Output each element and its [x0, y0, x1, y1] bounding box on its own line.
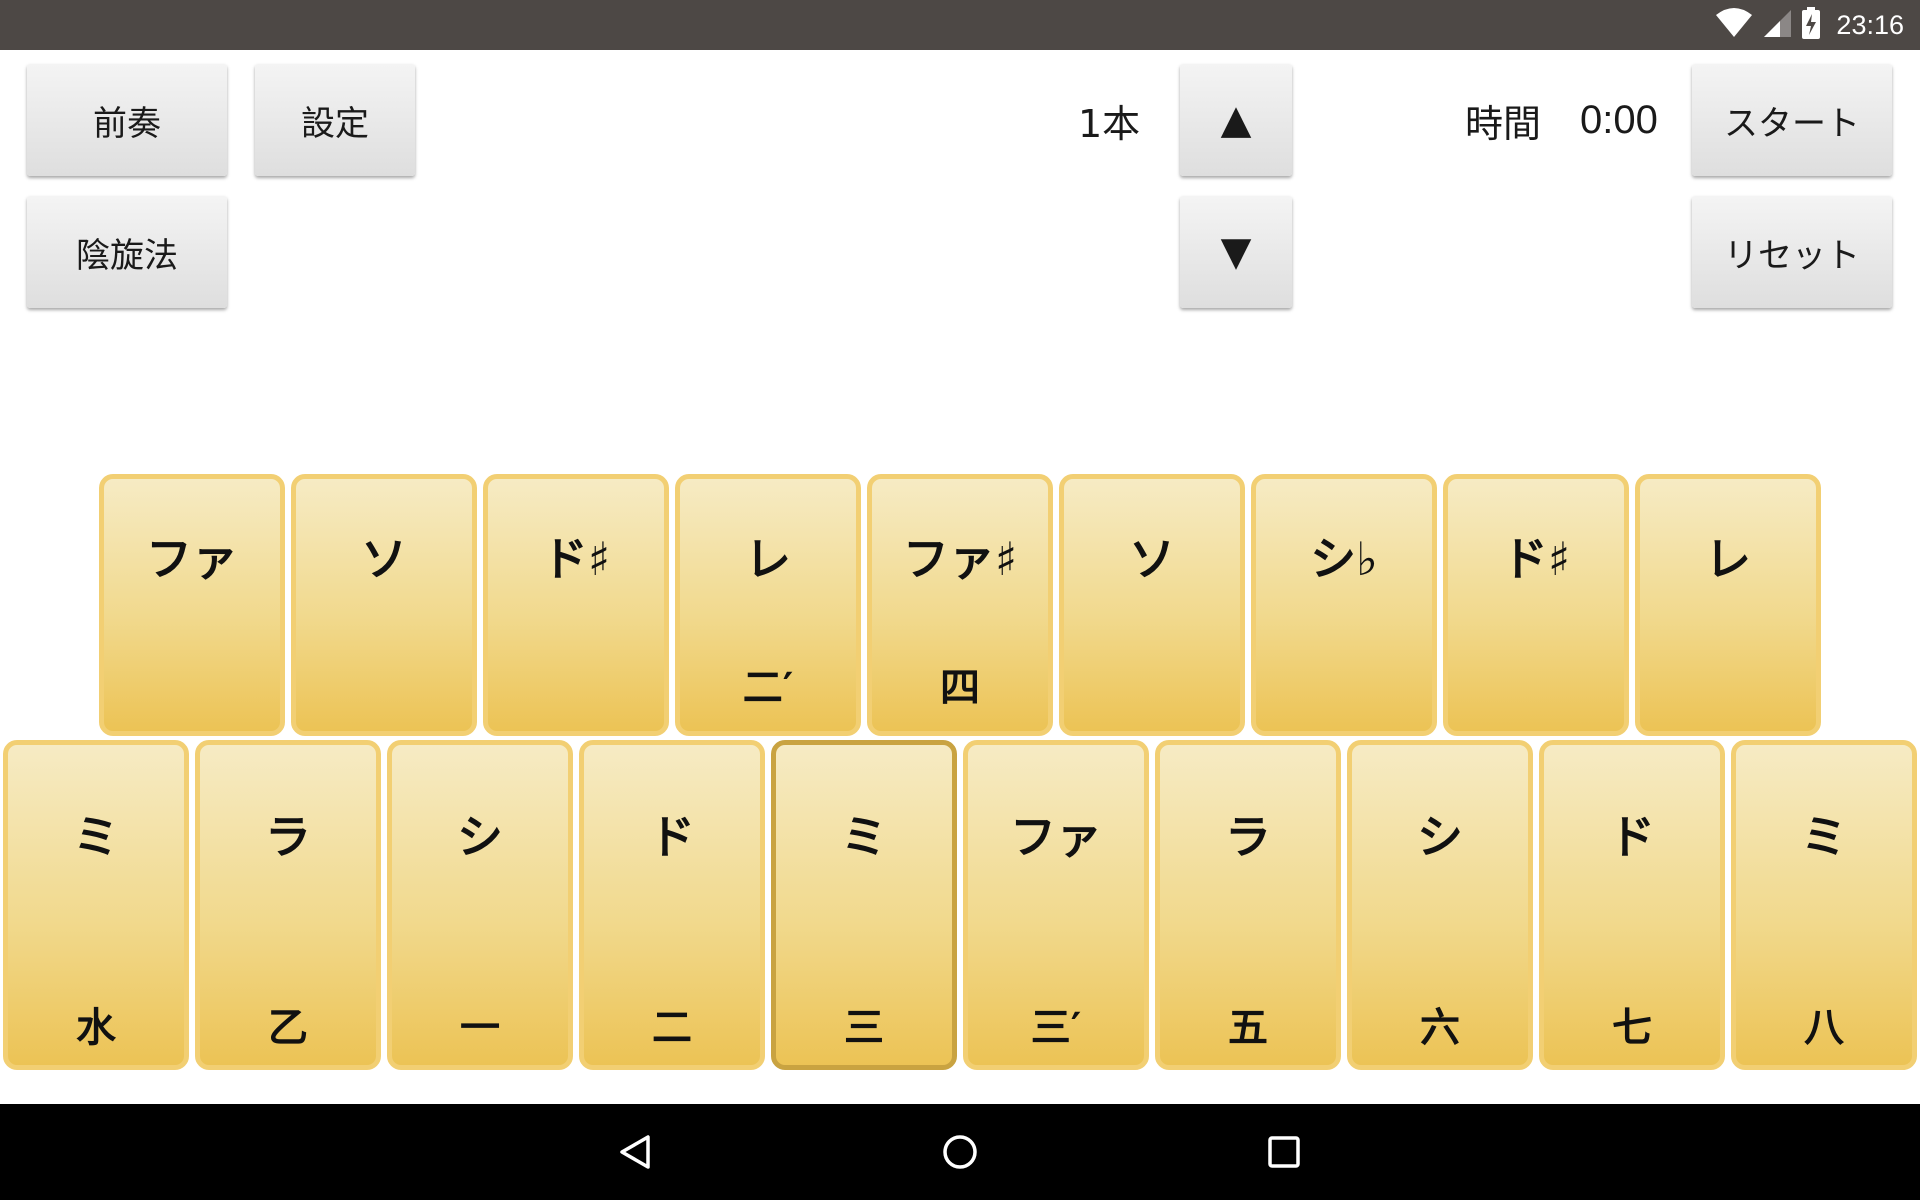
key-note: ソ [1129, 532, 1175, 586]
key-top-4[interactable]: レ 二′ [675, 474, 861, 736]
key-number: 三 [844, 1005, 884, 1051]
key-note: ミ [1801, 810, 1847, 864]
key-top-2[interactable]: ソ [291, 474, 477, 736]
key-note: ラ [265, 810, 311, 864]
wifi-icon [1716, 8, 1753, 42]
key-bottom-8[interactable]: シ 六 [1347, 740, 1533, 1070]
key-note: ド♯ [1501, 532, 1571, 586]
key-top-7[interactable]: シ♭ [1251, 474, 1437, 736]
start-button[interactable]: スタート [1692, 64, 1892, 176]
key-note: シ [457, 810, 503, 864]
key-number: 三′ [1030, 1005, 1082, 1051]
key-number: 八 [1804, 1005, 1844, 1051]
key-top-9[interactable]: レ [1635, 474, 1821, 736]
key-bottom-9[interactable]: ド 七 [1539, 740, 1725, 1070]
battery-charging-icon [1802, 7, 1821, 43]
key-note: ファ [146, 532, 238, 586]
key-note: レ [745, 532, 791, 586]
key-bottom-5-selected[interactable]: ミ 三 [771, 740, 957, 1070]
signal-icon [1762, 8, 1792, 42]
recents-icon[interactable] [1260, 1128, 1308, 1176]
key-bottom-7[interactable]: ラ 五 [1155, 740, 1341, 1070]
key-bottom-3[interactable]: シ 一 [387, 740, 573, 1070]
key-number: 四 [940, 665, 980, 711]
key-note: シ [1417, 810, 1463, 864]
key-note: ド♯ [541, 532, 611, 586]
key-bottom-4[interactable]: ド 二 [579, 740, 765, 1070]
settings-button[interactable]: 設定 [255, 64, 415, 176]
key-top-1[interactable]: ファ [99, 474, 285, 736]
key-note: ラ [1225, 810, 1271, 864]
status-bar: 23:16 [0, 0, 1920, 50]
key-number: 一 [460, 1005, 500, 1051]
key-note: ミ [73, 810, 119, 864]
key-bottom-2[interactable]: ラ 乙 [195, 740, 381, 1070]
key-top-3[interactable]: ド♯ [483, 474, 669, 736]
key-top-5[interactable]: ファ♯ 四 [867, 474, 1053, 736]
in-scale-button[interactable]: 陰旋法 [27, 196, 227, 308]
key-number: 七 [1612, 1005, 1652, 1051]
key-top-8[interactable]: ド♯ [1443, 474, 1629, 736]
key-note: ファ♯ [902, 532, 1018, 586]
key-number: 乙 [268, 1005, 308, 1051]
key-number: 二′ [742, 665, 794, 711]
key-note: ファ [1010, 810, 1102, 864]
key-number: 六 [1420, 1005, 1460, 1051]
key-bottom-10[interactable]: ミ 八 [1731, 740, 1917, 1070]
back-icon[interactable] [612, 1128, 660, 1176]
key-note: ド [649, 810, 695, 864]
key-note: レ [1705, 532, 1751, 586]
status-icons: 23:16 [1716, 0, 1904, 50]
home-icon[interactable] [936, 1128, 984, 1176]
status-time: 23:16 [1836, 9, 1904, 40]
key-note: ド [1609, 810, 1655, 864]
prelude-button[interactable]: 前奏 [27, 64, 227, 176]
key-number: 二 [652, 1005, 692, 1051]
pitch-down-button[interactable]: ▼ [1180, 196, 1292, 308]
time-label: 時間 [1465, 101, 1542, 146]
reset-button[interactable]: リセット [1692, 196, 1892, 308]
pitch-value: 1本 [1078, 101, 1141, 146]
time-value: 0:00 [1580, 97, 1658, 142]
key-bottom-1[interactable]: ミ 水 [3, 740, 189, 1070]
key-note: ソ [361, 532, 407, 586]
key-note: ミ [841, 810, 887, 864]
key-note: シ♭ [1310, 532, 1378, 586]
key-top-6[interactable]: ソ [1059, 474, 1245, 736]
key-number: 水 [76, 1005, 116, 1051]
key-bottom-6[interactable]: ファ 三′ [963, 740, 1149, 1070]
key-number: 五 [1228, 1005, 1268, 1051]
pitch-up-button[interactable]: ▲ [1180, 64, 1292, 176]
navigation-bar [0, 1104, 1920, 1200]
